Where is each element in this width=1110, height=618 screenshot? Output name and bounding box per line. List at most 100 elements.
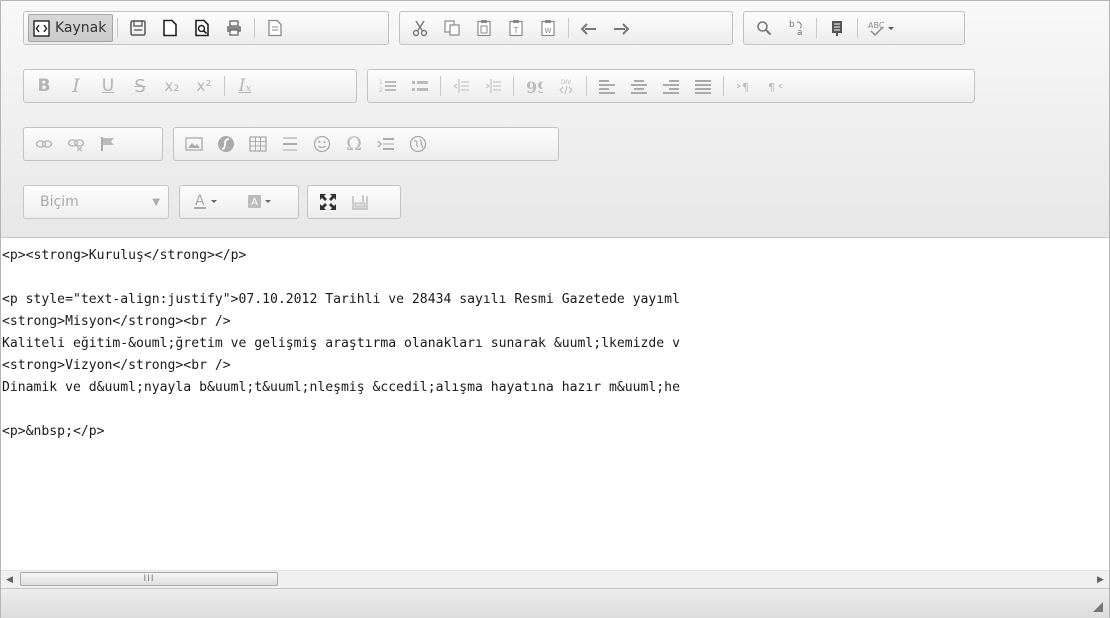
resize-handle-icon[interactable] <box>1093 602 1103 612</box>
redo-icon[interactable] <box>605 14 637 42</box>
format-combo-label: Biçim <box>40 194 79 210</box>
source-textarea[interactable]: <p><strong>Kuruluş</strong></p> <p style… <box>1 238 1109 570</box>
bold-label: B <box>37 76 51 96</box>
templates-icon[interactable] <box>259 14 291 42</box>
save-icon[interactable] <box>122 14 154 42</box>
superscript-button[interactable]: x² <box>188 72 220 100</box>
horizontal-scrollbar[interactable]: ◀ III ▶ <box>1 570 1109 588</box>
separator <box>117 18 119 38</box>
scrollbar-grip: III <box>143 574 155 584</box>
format-combo[interactable]: Biçim ▼ <box>23 185 169 219</box>
remove-format-label: Iₓ <box>238 76 252 96</box>
show-blocks-icon[interactable] <box>344 188 376 216</box>
indent-icon[interactable] <box>477 72 509 100</box>
svg-text:DIV: DIV <box>561 79 572 86</box>
scrollbar-thumb[interactable]: III <box>20 572 278 586</box>
separator <box>568 18 569 38</box>
separator <box>816 18 817 38</box>
special-char-button[interactable]: Ω <box>338 130 370 158</box>
smiley-icon[interactable] <box>306 130 338 158</box>
underline-button[interactable]: U <box>92 72 124 100</box>
table-icon[interactable] <box>242 130 274 158</box>
svg-text:¶: ¶ <box>742 81 749 94</box>
spellcheck-icon[interactable]: ABC <box>862 14 902 42</box>
clipboard-toolgroup: T W <box>399 11 733 45</box>
rtl-icon[interactable]: ¶ <box>760 72 792 100</box>
tools-toolgroup <box>307 185 401 219</box>
ltr-icon[interactable]: ¶ <box>728 72 760 100</box>
chevron-down-icon: ▼ <box>152 196 160 208</box>
colors-toolgroup: A A <box>179 185 299 219</box>
code-line: <strong>Vizyon</strong><br /> <box>2 358 231 373</box>
paste-icon[interactable] <box>468 14 500 42</box>
svg-text:T: T <box>513 26 519 35</box>
code-line: Dinamik ve d&uuml;nyayla b&uuml;t&uuml;n… <box>2 380 680 395</box>
blockquote-icon[interactable]: 99 <box>518 72 550 100</box>
superscript-label: x² <box>196 77 212 95</box>
separator <box>224 76 225 96</box>
special-char-label: Ω <box>346 133 362 155</box>
remove-format-button[interactable]: Iₓ <box>229 72 261 100</box>
svg-text:b: b <box>789 20 795 30</box>
numbered-list-icon[interactable]: 12 <box>372 72 404 100</box>
iframe-icon[interactable] <box>402 130 434 158</box>
svg-text:1: 1 <box>379 79 383 86</box>
bulleted-list-icon[interactable] <box>404 72 436 100</box>
background-color-icon[interactable]: A <box>238 188 292 216</box>
svg-text:¶: ¶ <box>768 81 775 94</box>
cut-icon[interactable] <box>404 14 436 42</box>
anchor-icon[interactable] <box>92 130 124 158</box>
print-icon[interactable] <box>218 14 250 42</box>
select-all-icon[interactable] <box>821 14 853 42</box>
subscript-button[interactable]: x₂ <box>156 72 188 100</box>
find-icon[interactable] <box>748 14 780 42</box>
create-div-icon[interactable]: DIV <box>550 72 582 100</box>
separator <box>254 18 256 38</box>
link-icon[interactable] <box>28 130 60 158</box>
new-page-icon[interactable] <box>154 14 186 42</box>
paste-text-icon[interactable]: T <box>500 14 532 42</box>
basicstyles-toolgroup: B I U S x₂ x² Iₓ <box>23 69 357 103</box>
align-right-icon[interactable] <box>655 72 687 100</box>
align-left-icon[interactable] <box>591 72 623 100</box>
unlink-icon[interactable] <box>60 130 92 158</box>
scroll-right-icon[interactable]: ▶ <box>1092 571 1109 588</box>
subscript-label: x₂ <box>164 77 180 95</box>
horizontal-rule-icon[interactable] <box>274 130 306 158</box>
paste-word-icon[interactable]: W <box>532 14 564 42</box>
italic-label: I <box>72 75 80 97</box>
svg-text:W: W <box>545 27 552 35</box>
separator <box>723 76 724 96</box>
separator <box>586 76 587 96</box>
svg-text:2: 2 <box>379 87 383 94</box>
scroll-left-icon[interactable]: ◀ <box>1 571 18 588</box>
bold-button[interactable]: B <box>28 72 60 100</box>
maximize-icon[interactable] <box>312 188 344 216</box>
undo-icon[interactable] <box>573 14 605 42</box>
align-center-icon[interactable] <box>623 72 655 100</box>
links-toolgroup <box>23 127 163 161</box>
image-icon[interactable] <box>178 130 210 158</box>
page-break-icon[interactable] <box>370 130 402 158</box>
outdent-icon[interactable] <box>445 72 477 100</box>
italic-button[interactable]: I <box>60 72 92 100</box>
replace-icon[interactable]: ba <box>780 14 812 42</box>
rich-text-editor: Kaynak T W b a ABC B I U S x₂ x² Iₓ 1 2 … <box>0 0 1110 618</box>
source-code: <p><strong>Kuruluş</strong></p> <p style… <box>1 238 1109 443</box>
svg-text:99: 99 <box>526 78 543 94</box>
source-button[interactable]: Kaynak <box>28 14 114 42</box>
editing-toolgroup: ba ABC <box>743 11 965 45</box>
preview-icon[interactable] <box>186 14 218 42</box>
separator <box>440 76 441 96</box>
separator <box>513 76 514 96</box>
paragraph-toolgroup: 12 99 DIV ¶ ¶ <box>367 69 975 103</box>
copy-icon[interactable] <box>436 14 468 42</box>
text-color-icon[interactable]: A <box>184 188 238 216</box>
flash-icon[interactable] <box>210 130 242 158</box>
document-toolgroup: Kaynak <box>23 11 389 45</box>
justify-icon[interactable] <box>687 72 719 100</box>
editor-bottom-bar <box>1 588 1109 618</box>
strike-button[interactable]: S <box>124 72 156 100</box>
code-line: <strong>Misyon</strong><br /> <box>2 314 231 329</box>
insert-toolgroup: Ω <box>173 127 559 161</box>
